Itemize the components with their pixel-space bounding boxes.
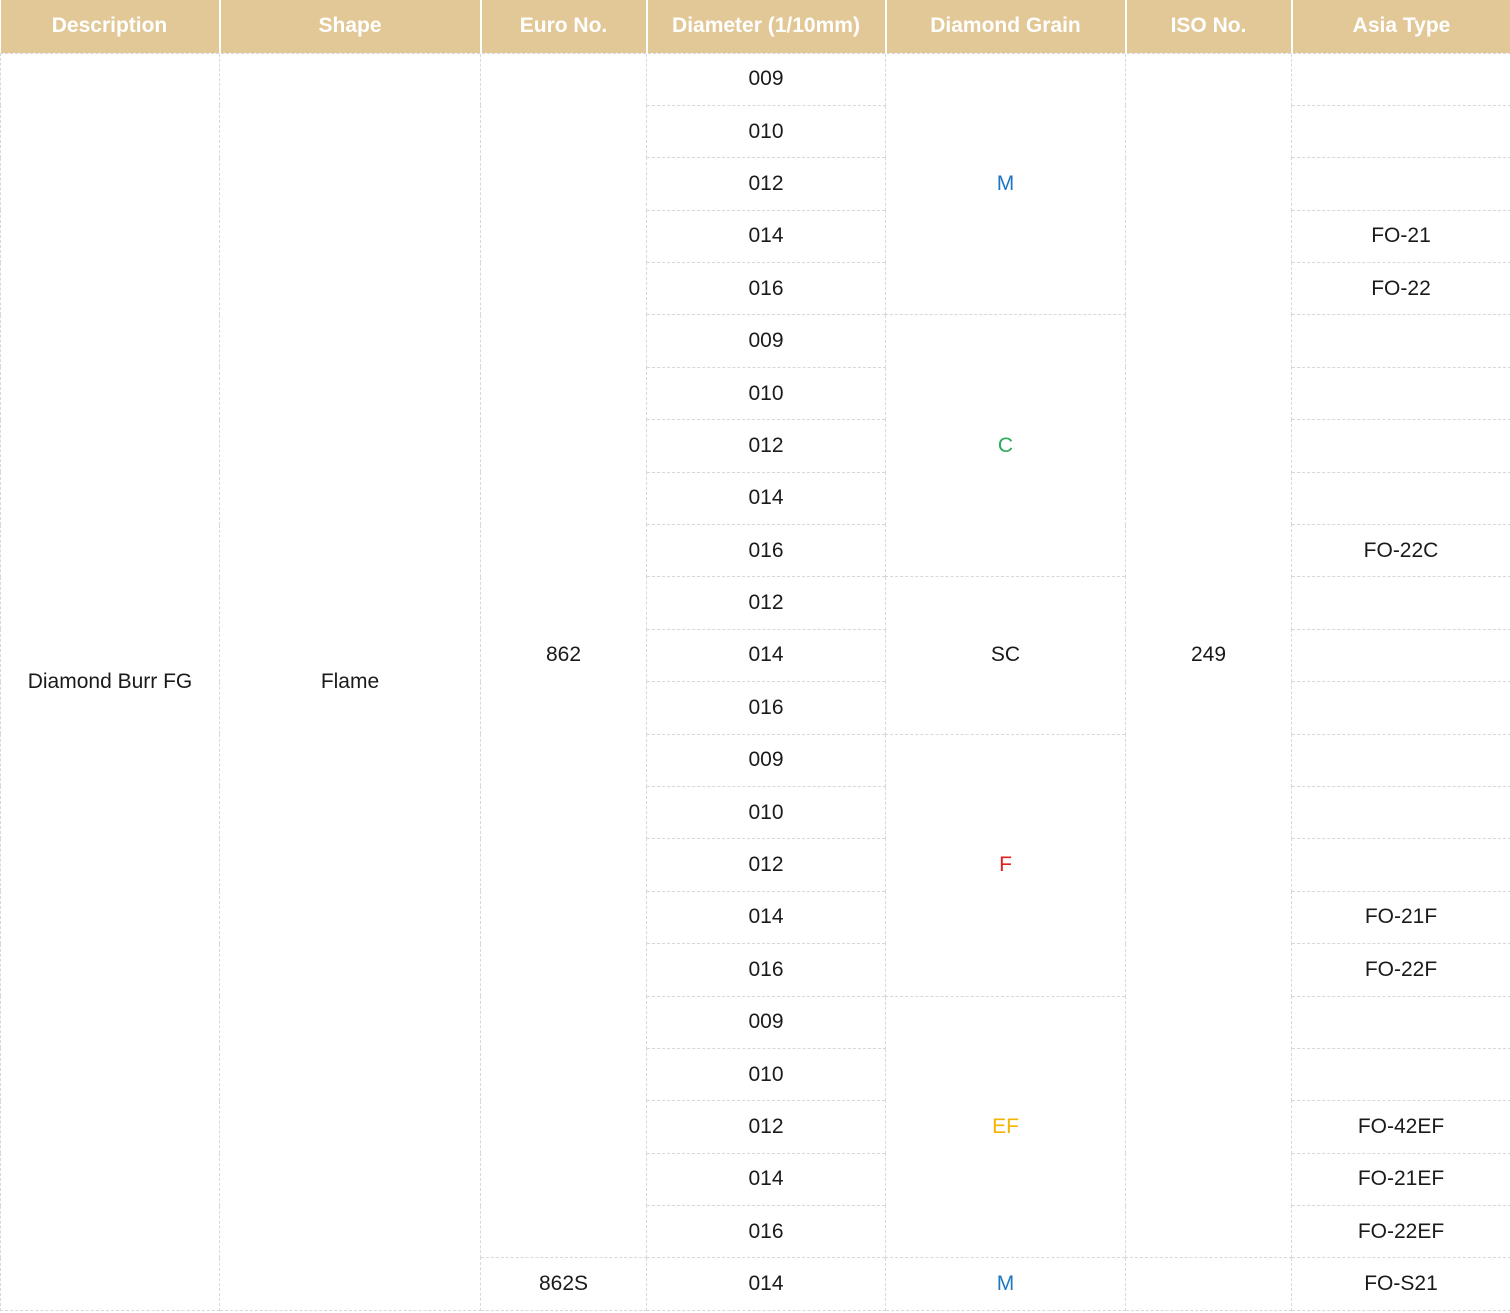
header-diamond-grain: Diamond Grain [885,0,1127,53]
header-row: Description Shape Euro No. Diameter (1/1… [0,0,1510,53]
diameter-cell: 016 [646,1205,886,1259]
diameter-cell: 016 [646,524,886,578]
asia-type-cell [1291,471,1510,526]
asia-type-cell [1291,838,1510,892]
header-shape: Shape [219,0,482,53]
euro-no-cell: 862S [480,1257,647,1311]
description-cell: Diamond Burr FG [0,52,220,1311]
asia-type-cell: FO-21F [1291,890,1510,945]
diamond-grain-cell: SC [885,576,1126,735]
diameter-cell: 012 [646,1100,886,1154]
asia-type-cell: FO-S21 [1291,1257,1510,1311]
iso-no-cell: 249 [1125,52,1292,1259]
asia-type-cell [1291,628,1510,683]
diameter-cell: 014 [646,628,886,683]
shape-cell: Flame [219,52,481,1311]
diameter-cell: 012 [646,576,886,630]
diamond-grain-cell: M [885,1257,1126,1311]
diameter-cell: 009 [646,733,886,787]
asia-type-cell: FO-22F [1291,943,1510,997]
asia-type-cell: FO-22EF [1291,1205,1510,1259]
asia-type-cell [1291,576,1510,630]
diameter-cell: 012 [646,838,886,892]
diameter-cell: 012 [646,419,886,473]
diameter-cell: 016 [646,681,886,735]
product-table: Description Shape Euro No. Diameter (1/1… [0,0,1510,1311]
asia-type-cell [1291,52,1510,106]
diameter-cell: 012 [646,157,886,211]
diameter-cell: 014 [646,890,886,945]
diameter-cell: 009 [646,995,886,1049]
asia-type-cell [1291,681,1510,735]
asia-type-cell: FO-21 [1291,209,1510,264]
diameter-cell: 014 [646,1152,886,1207]
diameter-cell: 009 [646,52,886,106]
asia-type-cell: FO-21EF [1291,1152,1510,1207]
diameter-cell: 016 [646,943,886,997]
diameter-cell: 016 [646,262,886,316]
asia-type-cell [1291,366,1510,421]
asia-type-cell [1291,157,1510,211]
diamond-grain-cell: C [885,314,1126,578]
header-euro-no: Euro No. [480,0,648,53]
diameter-cell: 010 [646,785,886,840]
diameter-cell: 009 [646,314,886,368]
header-asia-type: Asia Type [1291,0,1510,53]
diamond-grain-cell: EF [885,995,1126,1259]
asia-type-cell [1291,995,1510,1049]
diamond-grain-cell: F [885,733,1126,997]
diameter-cell: 014 [646,209,886,264]
diameter-cell: 010 [646,104,886,159]
asia-type-cell [1291,785,1510,840]
header-description: Description [0,0,221,53]
header-iso-no: ISO No. [1125,0,1293,53]
asia-type-cell: FO-22C [1291,524,1510,578]
asia-type-cell: FO-42EF [1291,1100,1510,1154]
asia-type-cell [1291,314,1510,368]
asia-type-cell: FO-22 [1291,262,1510,316]
euro-no-cell: 862 [480,52,647,1259]
diameter-cell: 010 [646,366,886,421]
diameter-cell: 014 [646,471,886,526]
header-diameter: Diameter (1/10mm) [646,0,887,53]
asia-type-cell [1291,1047,1510,1102]
diamond-grain-cell: M [885,52,1126,316]
iso-no-cell [1125,1257,1292,1311]
asia-type-cell [1291,419,1510,473]
asia-type-cell [1291,733,1510,787]
table-row: Diamond Burr FG Flame 862 009 M 249 [0,52,1510,1311]
diameter-cell: 014 [646,1257,886,1311]
diameter-cell: 010 [646,1047,886,1102]
asia-type-cell [1291,104,1510,159]
